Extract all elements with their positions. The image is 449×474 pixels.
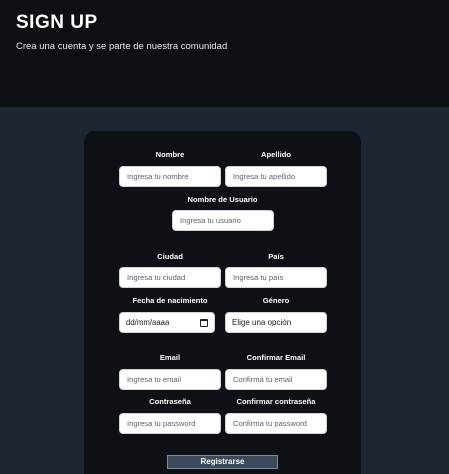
pais-label: País <box>268 252 284 261</box>
pais-input[interactable] <box>225 267 327 288</box>
page-title: SIGN UP <box>16 12 98 33</box>
usuario-input[interactable] <box>172 210 274 231</box>
registrarse-button[interactable]: Registrarse <box>167 455 278 469</box>
fecha-value: dd/mm/aaaa <box>126 318 170 327</box>
fecha-label: Fecha de nacimiento <box>132 296 208 305</box>
confirmar-email-label: Confirmar Email <box>246 353 306 362</box>
email-label: Email <box>159 353 181 362</box>
fecha-input[interactable]: dd/mm/aaaa <box>119 312 215 333</box>
ciudad-input[interactable] <box>119 267 221 288</box>
calendar-icon[interactable] <box>200 318 208 327</box>
password-input[interactable] <box>119 413 221 434</box>
usuario-label: Nombre de Usuario <box>187 195 258 204</box>
confirmar-password-input[interactable] <box>225 413 327 434</box>
ciudad-label: Ciudad <box>157 252 183 261</box>
nombre-label: Nombre <box>155 150 185 159</box>
genero-value: Elige una opción <box>232 318 292 327</box>
nombre-input[interactable] <box>119 166 221 187</box>
page-subtitle: Crea una cuenta y se parte de nuestra co… <box>16 41 228 52</box>
email-input[interactable] <box>119 369 221 390</box>
confirmar-password-label: Confirmar contraseña <box>236 397 316 406</box>
apellido-label: Apellido <box>261 150 291 159</box>
confirmar-email-input[interactable] <box>225 369 327 390</box>
genero-select[interactable]: Elige una opción <box>225 312 327 333</box>
password-label: Contraseña <box>149 397 191 406</box>
page-header: SIGN UP Crea una cuenta y se parte de nu… <box>0 0 449 107</box>
genero-label: Género <box>262 296 290 305</box>
apellido-input[interactable] <box>225 166 327 187</box>
